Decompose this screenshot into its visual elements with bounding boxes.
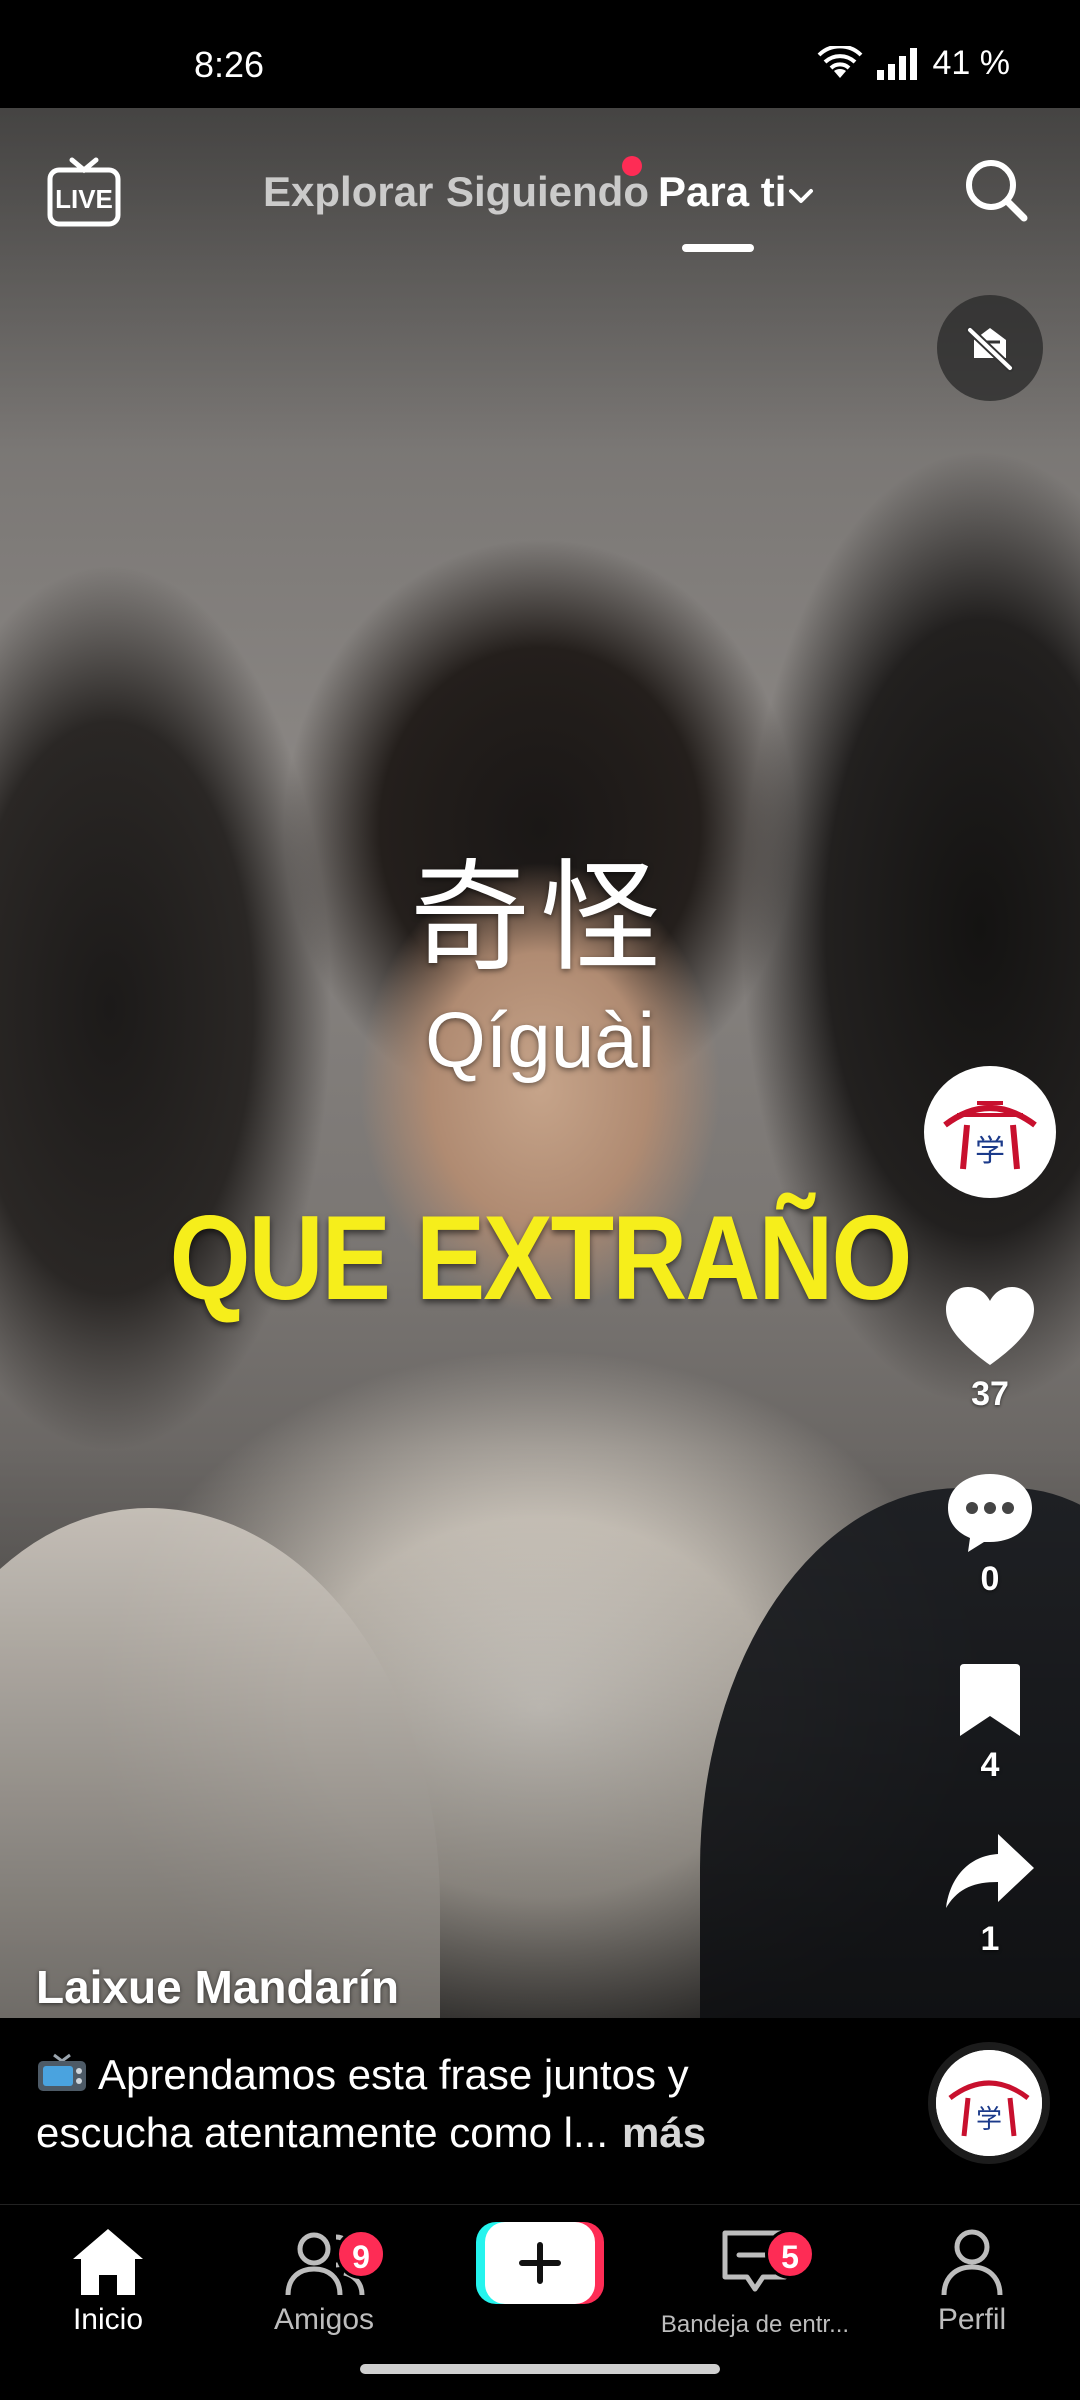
plus-icon — [519, 2242, 561, 2284]
comment-button[interactable]: 0 — [930, 1470, 1050, 1599]
svg-text:LIVE: LIVE — [55, 184, 113, 214]
heart-icon — [946, 1287, 1034, 1365]
inbox-badge: 5 — [765, 2229, 815, 2279]
home-icon — [73, 2229, 143, 2295]
status-bar: 8:26 41 % — [0, 0, 1080, 108]
signal-icon — [876, 47, 917, 80]
save-button[interactable]: 4 — [930, 1660, 1050, 1785]
video-overlay-hanzi: 奇怪 — [410, 849, 670, 988]
creator-avatar[interactable]: 学 — [924, 1066, 1056, 1198]
content-filter-button[interactable] — [937, 295, 1043, 401]
nav-perfil-label: Perfil — [937, 2303, 1007, 2336]
author-name[interactable]: Laixue Mandarín — [36, 1960, 399, 2014]
tab-explorar[interactable]: Explorar — [263, 168, 433, 216]
like-button[interactable]: 37 — [930, 1285, 1050, 1414]
status-time: 8:26 — [194, 44, 265, 85]
caption-text: Aprendamos esta frase juntos y escucha a… — [36, 2051, 689, 2156]
following-notification-dot — [622, 156, 642, 176]
nav-amigos-label: Amigos — [273, 2303, 375, 2336]
profile-icon — [941, 2229, 1003, 2296]
create-button-face — [485, 2222, 595, 2304]
share-arrow-icon — [946, 1834, 1034, 1908]
nav-inicio-label: Inicio — [72, 2303, 144, 2336]
save-count: 4 — [980, 1746, 1000, 1784]
like-count: 37 — [971, 1375, 1009, 1413]
active-tab-indicator — [682, 244, 754, 252]
battery-level: 41 % — [932, 44, 1011, 82]
tv-emoji-icon — [38, 2053, 86, 2091]
wifi-icon — [817, 45, 862, 78]
live-tv-icon[interactable]: LIVE — [46, 154, 122, 230]
status-indicators: 41 % — [817, 44, 1011, 83]
nav-bandeja-label: Bandeja de entr... — [660, 2311, 850, 2338]
hide-content-icon — [966, 326, 1014, 372]
share-button[interactable]: 1 — [930, 1830, 1050, 1959]
comment-icon — [948, 1474, 1032, 1552]
tab-para-ti[interactable]: Para ti — [658, 168, 786, 216]
home-indicator[interactable] — [360, 2364, 720, 2374]
nav-bandeja[interactable]: Bandeja de entr... 5 — [655, 2225, 855, 2339]
laixue-logo-icon: 学 — [927, 1069, 1053, 1195]
svg-text:学: 学 — [976, 2105, 1002, 2135]
search-icon[interactable] — [960, 154, 1032, 226]
nav-perfil[interactable]: Perfil — [872, 2225, 1072, 2337]
create-button[interactable] — [476, 2222, 604, 2304]
nav-amigos[interactable]: Amigos 9 — [224, 2225, 424, 2337]
svg-text:学: 学 — [975, 1134, 1005, 1169]
share-count: 1 — [980, 1920, 1000, 1958]
nav-inicio[interactable]: Inicio — [8, 2225, 208, 2337]
chevron-down-icon[interactable] — [785, 180, 817, 212]
video-overlay-pinyin: Qíguài — [425, 996, 655, 1084]
more-link[interactable]: más — [622, 2109, 706, 2156]
top-nav: LIVE Explorar Siguiendo Para ti — [0, 140, 1080, 260]
post-caption[interactable]: Aprendamos esta frase juntos y escucha a… — [36, 2046, 796, 2162]
tab-siguiendo[interactable]: Siguiendo — [446, 168, 649, 216]
friends-badge: 9 — [336, 2229, 386, 2279]
video-overlay-translation: QUE EXTRAÑO — [169, 1192, 913, 1326]
sound-disc[interactable]: 学 — [928, 2042, 1050, 2164]
bookmark-icon — [960, 1664, 1020, 1736]
sound-logo-icon: 学 — [936, 2050, 1042, 2156]
comment-count: 0 — [980, 1560, 1000, 1598]
